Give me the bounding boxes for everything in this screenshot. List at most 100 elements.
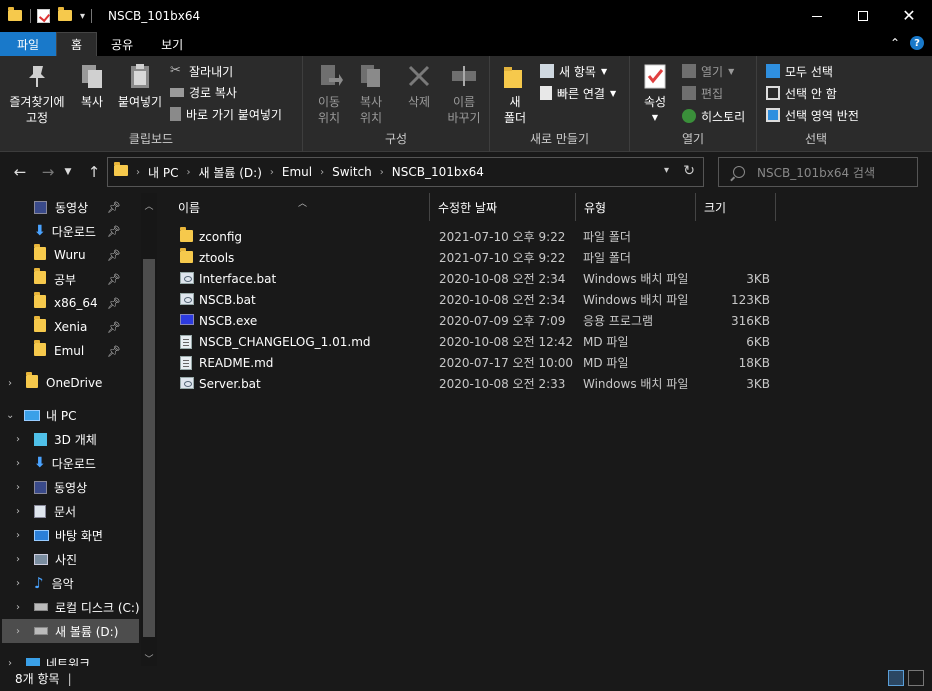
column-header-size[interactable]: 크기 xyxy=(696,193,776,221)
select-all-button[interactable]: 모두 선택 xyxy=(766,61,833,81)
help-icon[interactable]: ? xyxy=(910,36,924,50)
nav-item-videos[interactable]: 동영상 📌︎ xyxy=(0,195,141,219)
column-header-date[interactable]: 수정한 날짜 xyxy=(430,193,576,221)
nav-item-downloads[interactable]: ⬇ 다운로드 📌︎ xyxy=(0,219,141,243)
nav-item-pictures[interactable]: › 사진 xyxy=(0,547,141,571)
breadcrumb-drive-d[interactable]: 새 볼륨 (D:) xyxy=(198,164,261,181)
chevron-down-icon[interactable]: ▾ xyxy=(664,165,669,176)
copy-button[interactable]: 복사 xyxy=(72,62,112,110)
tab-share[interactable]: 공유 xyxy=(97,32,147,56)
chevron-right-icon[interactable]: › xyxy=(8,378,12,389)
maximize-button[interactable] xyxy=(840,0,886,32)
nav-item-3d-objects[interactable]: › 3D 개체 xyxy=(0,427,141,451)
new-folder-button[interactable]: 새 폴더 xyxy=(498,62,532,126)
scroll-up-arrow-icon[interactable]: ︿ xyxy=(143,199,155,212)
tab-view[interactable]: 보기 xyxy=(147,32,197,56)
copy-to-button[interactable]: 복사 위치 xyxy=(353,62,389,126)
new-folder-icon[interactable] xyxy=(58,6,74,26)
breadcrumb-separator[interactable]: › xyxy=(270,167,274,178)
nav-item-local-disk-c[interactable]: › 로컬 디스크 (C:) xyxy=(0,595,141,619)
nav-item-this-pc[interactable]: ⌄ 내 PC xyxy=(0,403,141,427)
breadcrumb-separator[interactable]: › xyxy=(136,167,140,178)
copy-path-button[interactable]: 경로 복사 xyxy=(170,82,237,102)
new-item-button[interactable]: 새 항목 ▼ xyxy=(540,61,607,81)
tab-file[interactable]: 파일 xyxy=(0,32,56,56)
pin-icon[interactable]: 📌︎ xyxy=(107,297,121,310)
pin-icon[interactable]: 📌︎ xyxy=(107,249,121,262)
table-row[interactable]: NSCB_CHANGELOG_1.01.md 2020-10-08 오전 12:… xyxy=(170,331,780,352)
nav-item-network[interactable]: › 네트워크 xyxy=(0,651,141,666)
search-input[interactable]: NSCB_101bx64 검색 xyxy=(757,164,875,181)
nav-item-music[interactable]: › ♪ 음악 xyxy=(0,571,141,595)
customize-toolbar-icon[interactable]: ▾ xyxy=(80,11,85,22)
pin-icon[interactable]: 📌︎ xyxy=(107,345,121,358)
details-view-icon[interactable] xyxy=(888,670,904,686)
back-button[interactable]: ← xyxy=(10,163,30,181)
nav-item-xenia[interactable]: Xenia 📌︎ xyxy=(0,315,141,339)
table-row[interactable]: NSCB.bat 2020-10-08 오전 2:34 Windows 배치 파… xyxy=(170,289,780,310)
rename-button[interactable]: 이름 바꾸기 xyxy=(443,62,485,126)
refresh-icon[interactable]: ↻ xyxy=(683,163,695,179)
up-button[interactable]: ↑ xyxy=(84,163,104,181)
paste-shortcut-button[interactable]: 바로 가기 붙여넣기 xyxy=(170,104,282,124)
nav-scroll-thumb[interactable] xyxy=(143,259,155,637)
minimize-button[interactable] xyxy=(794,0,840,32)
pin-icon[interactable]: 📌︎ xyxy=(107,321,121,334)
table-row[interactable]: ztools 2021-07-10 오후 9:22 파일 폴더 xyxy=(170,247,780,268)
recent-locations-icon[interactable]: ▼ xyxy=(58,167,78,177)
chevron-right-icon[interactable]: › xyxy=(16,530,20,541)
nav-item-desktop[interactable]: › 바탕 화면 xyxy=(0,523,141,547)
address-bar[interactable]: › 내 PC › 새 볼륨 (D:) › Emul › Switch › NSC… xyxy=(107,157,704,187)
chevron-down-icon[interactable]: ⌄ xyxy=(6,410,14,421)
open-button[interactable]: 열기 ▼ xyxy=(682,61,734,81)
nav-item-onedrive[interactable]: › OneDrive xyxy=(0,371,141,395)
properties-button[interactable]: 속성 ▼ xyxy=(638,62,672,126)
nav-item-wuru[interactable]: Wuru 📌︎ xyxy=(0,243,141,267)
table-row[interactable]: README.md 2020-07-17 오전 10:00 MD 파일 18KB xyxy=(170,352,780,373)
pin-quick-access-button[interactable]: 즐겨찾기에 고정 xyxy=(6,62,68,126)
breadcrumb-switch[interactable]: Switch xyxy=(332,165,372,179)
close-button[interactable]: ✕ xyxy=(886,0,932,32)
breadcrumb-separator[interactable]: › xyxy=(380,167,384,178)
edit-button[interactable]: 편집 xyxy=(682,83,723,103)
move-to-button[interactable]: 이동 위치 xyxy=(311,62,347,126)
breadcrumb-emul[interactable]: Emul xyxy=(282,165,312,179)
nav-item-downloads-pc[interactable]: › ⬇ 다운로드 xyxy=(0,451,141,475)
pin-icon[interactable]: 📌︎ xyxy=(107,201,121,214)
breadcrumb-separator[interactable]: › xyxy=(186,167,190,178)
forward-button[interactable]: → xyxy=(38,163,58,181)
nav-item-videos-pc[interactable]: › 동영상 xyxy=(0,475,141,499)
collapse-ribbon-icon[interactable]: ⌃ xyxy=(890,36,900,50)
paste-button[interactable]: 붙여넣기 xyxy=(114,62,166,110)
breadcrumb-separator[interactable]: › xyxy=(320,167,324,178)
table-row[interactable]: zconfig 2021-07-10 오후 9:22 파일 폴더 xyxy=(170,226,780,247)
pin-icon[interactable]: 📌︎ xyxy=(107,273,121,286)
tab-home[interactable]: 홈 xyxy=(56,32,98,56)
chevron-right-icon[interactable]: › xyxy=(16,458,20,469)
delete-button[interactable]: 삭제 xyxy=(401,62,437,110)
pin-icon[interactable]: 📌︎ xyxy=(107,225,121,238)
chevron-right-icon[interactable]: › xyxy=(16,506,20,517)
nav-item-emul[interactable]: Emul 📌︎ xyxy=(0,339,141,363)
large-icons-view-icon[interactable] xyxy=(908,670,924,686)
cut-button[interactable]: ✂ 잘라내기 xyxy=(170,61,233,81)
invert-selection-button[interactable]: 선택 영역 반전 xyxy=(766,105,859,125)
nav-item-x86-64[interactable]: x86_64 📌︎ xyxy=(0,291,141,315)
table-row[interactable]: Interface.bat 2020-10-08 오전 2:34 Windows… xyxy=(170,268,780,289)
history-button[interactable]: 히스토리 xyxy=(682,106,745,126)
chevron-right-icon[interactable]: › xyxy=(16,482,20,493)
table-row[interactable]: Server.bat 2020-10-08 오전 2:33 Windows 배치… xyxy=(170,373,780,394)
table-row[interactable]: NSCB.exe 2020-07-09 오후 7:09 응용 프로그램 316K… xyxy=(170,310,780,331)
breadcrumb-current[interactable]: NSCB_101bx64 xyxy=(392,165,484,179)
chevron-right-icon[interactable]: › xyxy=(16,434,20,445)
nav-item-study[interactable]: 공부 📌︎ xyxy=(0,267,141,291)
chevron-right-icon[interactable]: › xyxy=(16,602,20,613)
column-header-type[interactable]: 유형 xyxy=(576,193,696,221)
chevron-right-icon[interactable]: › xyxy=(16,554,20,565)
scroll-down-arrow-icon[interactable]: ﹀ xyxy=(143,652,155,665)
chevron-right-icon[interactable]: › xyxy=(16,626,20,637)
chevron-right-icon[interactable]: › xyxy=(16,578,20,589)
select-none-button[interactable]: 선택 안 함 xyxy=(766,83,837,103)
easy-access-button[interactable]: 빠른 연결 ▼ xyxy=(540,83,616,103)
breadcrumb-this-pc[interactable]: 내 PC xyxy=(148,164,178,181)
